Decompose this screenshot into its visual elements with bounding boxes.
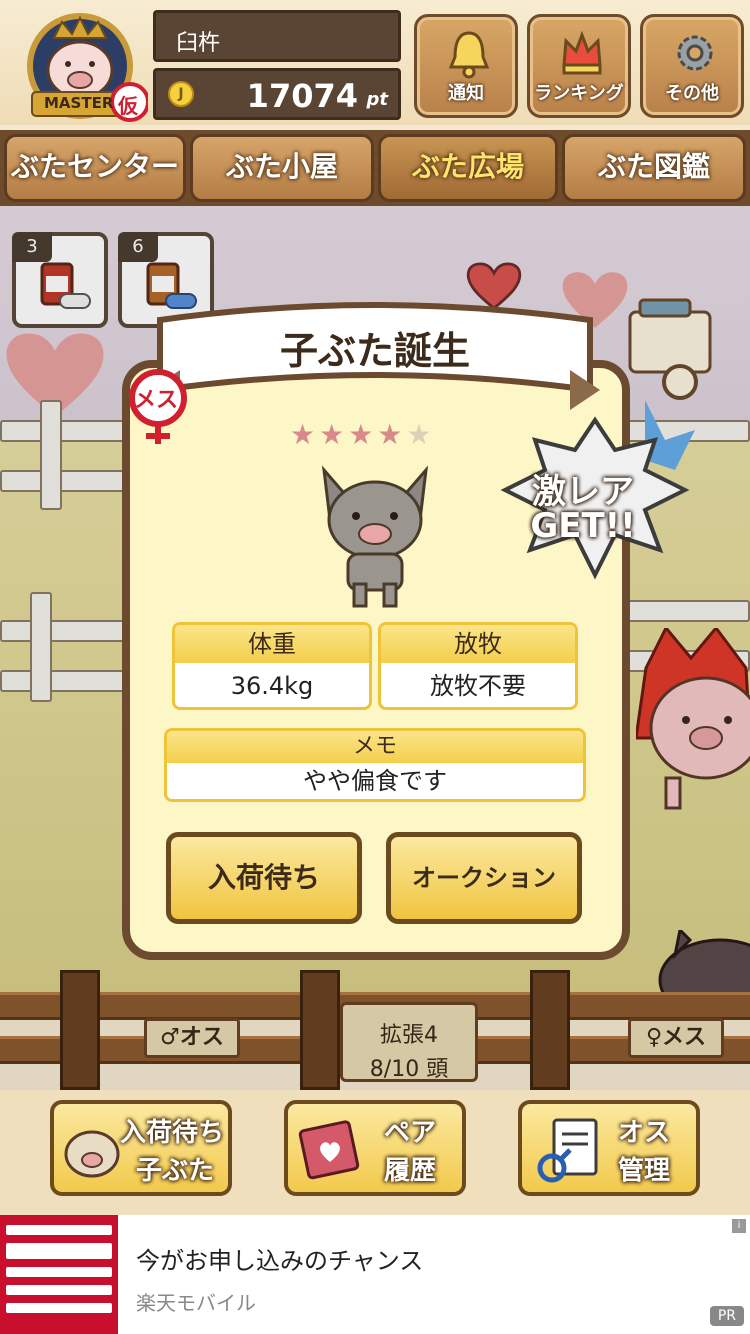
book-heart-icon <box>298 1120 360 1180</box>
tab-buta-plaza[interactable]: ぶた広場 <box>378 134 558 202</box>
weight-value: 36.4kg <box>230 672 314 700</box>
ad-thumbnail[interactable] <box>0 1215 118 1334</box>
grazing-label: 放牧 <box>381 625 575 663</box>
male-management-button[interactable]: オス 管理 <box>518 1100 700 1196</box>
tab-buta-hut[interactable]: ぶた小屋 <box>190 134 374 202</box>
ad-banner[interactable]: 今がお申し込みのチャンス 楽天モバイル i PR <box>0 1215 750 1334</box>
ad-thumb-line <box>6 1243 112 1259</box>
auction-button[interactable]: オークション <box>386 832 582 924</box>
crown-icon <box>562 30 602 75</box>
memo-box: メモ やや偏食です <box>164 728 586 802</box>
badge-kanji: 仮 <box>118 94 138 118</box>
tab-buta-encyclopedia[interactable]: ぶた図鑑 <box>562 134 746 202</box>
weight-box: 体重 36.4kg <box>172 622 372 710</box>
user-name: 臼杵 <box>176 31 221 56</box>
bottom-action-bar: 入荷待ち 子ぶた ペア 履歴 オス 管理 <box>0 1090 750 1215</box>
gender-label: メス <box>134 388 179 413</box>
pair-line2: 履歴 <box>384 1156 437 1186</box>
male-line1: オス <box>618 1118 671 1148</box>
memo-value: やや偏食です <box>303 767 447 795</box>
waiting-line1: 入荷待ち <box>120 1118 225 1148</box>
male-line2: 管理 <box>618 1156 671 1186</box>
tab-buta-center[interactable]: ぶたセンター <box>4 134 186 202</box>
coin-icon: J <box>168 81 194 107</box>
waiting-piglets-button[interactable]: 入荷待ち 子ぶた <box>50 1100 232 1196</box>
pair-history-button[interactable]: ペア 履歴 <box>284 1100 466 1196</box>
other-label: その他 <box>665 83 719 104</box>
points-unit: pt <box>366 89 389 110</box>
ad-info-icon[interactable]: i <box>732 1219 746 1233</box>
ranking-label: ランキング <box>534 83 624 104</box>
other-button[interactable]: その他 <box>640 14 744 118</box>
ad-pr-badge: PR <box>709 1306 744 1326</box>
weight-label: 体重 <box>175 625 369 663</box>
gear-icon <box>677 35 713 71</box>
ranking-button[interactable]: ランキング <box>527 14 631 118</box>
bell-icon <box>448 31 490 79</box>
piglet-image <box>321 465 429 608</box>
waiting-line2: 子ぶた <box>136 1156 215 1186</box>
ad-thumb-line <box>6 1303 112 1313</box>
user-name-box: 臼杵 <box>153 10 401 62</box>
notification-label: 通知 <box>448 83 484 104</box>
ad-thumb-line <box>6 1285 112 1295</box>
rarity-stars: ★★★★★ <box>290 418 436 451</box>
empty-stars: ★ <box>406 418 436 451</box>
ad-source: 楽天モバイル <box>136 1291 256 1315</box>
ad-thumb-line <box>6 1267 112 1277</box>
notification-button[interactable]: 通知 <box>414 14 518 118</box>
game-screen: MASTER 仮 臼杵 J 17074 pt 通知 ランキング その他 ぶたセン… <box>0 0 750 1334</box>
points-value: 17074 <box>246 77 358 115</box>
pig-face-icon <box>64 1130 120 1178</box>
badge-label: MASTER <box>44 94 114 112</box>
grazing-value: 放牧不要 <box>430 672 526 700</box>
top-header: MASTER 仮 臼杵 J 17074 pt 通知 ランキング その他 <box>0 0 750 125</box>
filled-stars: ★★★★ <box>290 418 407 451</box>
pair-line1: ペア <box>384 1118 437 1148</box>
points-box: J 17074 pt <box>153 68 401 120</box>
user-info: 臼杵 J 17074 pt <box>153 10 401 120</box>
rare-line2: GET!! <box>530 506 636 546</box>
ad-title[interactable]: 今がお申し込みのチャンス <box>136 1241 423 1276</box>
male-document-icon <box>537 1118 598 1183</box>
dialog-title: 子ぶた誕生 <box>279 329 470 373</box>
ad-thumb-line <box>6 1225 112 1235</box>
grazing-box: 放牧 放牧不要 <box>378 622 578 710</box>
wait-stock-button[interactable]: 入荷待ち <box>166 832 362 924</box>
memo-label: メモ <box>167 731 583 763</box>
main-nav: ぶたセンター ぶた小屋 ぶた広場 ぶた図鑑 <box>0 130 750 206</box>
master-badge[interactable]: MASTER 仮 <box>18 10 150 125</box>
